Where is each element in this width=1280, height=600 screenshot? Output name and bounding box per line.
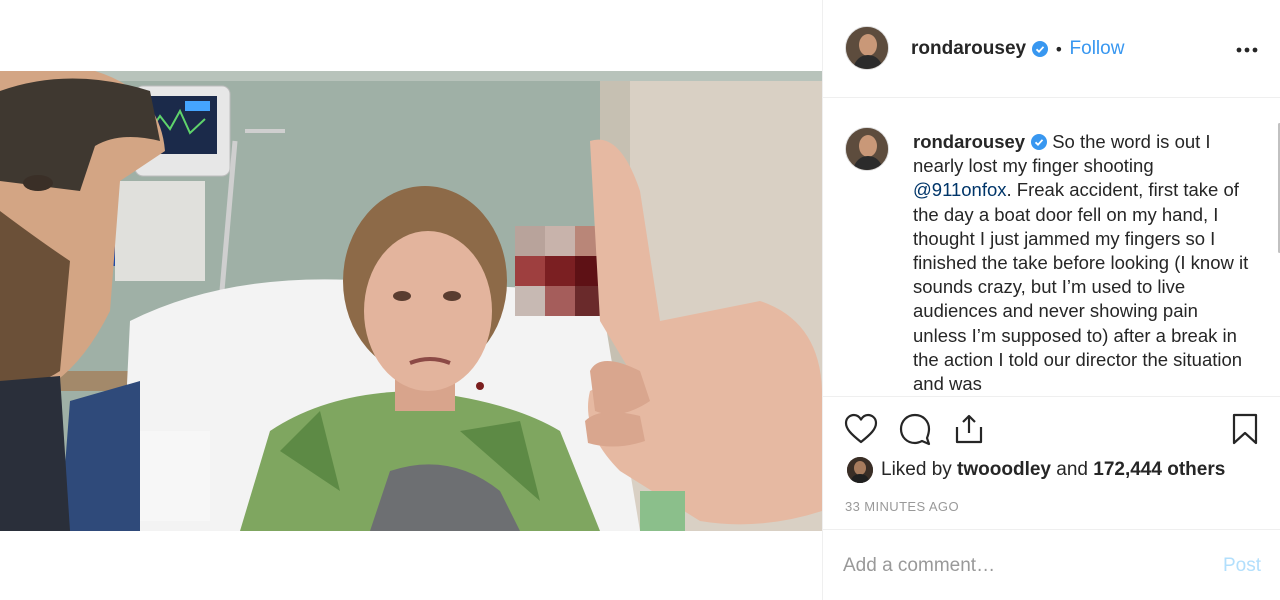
author-info: rondarousey • Follow [911, 38, 1124, 60]
more-options-button[interactable] [1235, 38, 1259, 62]
likes-row: Liked by twooodley and 172,444 others [847, 457, 1225, 483]
action-icons [843, 411, 987, 447]
caption-text: rondarousey So the word is out I nearly … [913, 130, 1249, 395]
caption-mention-link[interactable]: @911onfox [913, 179, 1007, 200]
share-button[interactable] [951, 411, 987, 447]
likes-count-link[interactable]: 172,444 others [1093, 459, 1225, 480]
heart-icon [844, 413, 878, 444]
author-username[interactable]: rondarousey [911, 38, 1026, 60]
post-comment-button[interactable]: Post [1223, 555, 1261, 577]
more-options-icon [1236, 47, 1258, 53]
caption-body-end: . Freak accident, first take of the day … [913, 179, 1249, 395]
caption-avatar-image [846, 128, 888, 170]
comment-input[interactable] [843, 553, 1183, 579]
caption-avatar[interactable] [845, 127, 889, 171]
follow-button[interactable]: Follow [1070, 38, 1125, 60]
separator-dot: • [1054, 39, 1064, 59]
comment-area: Post [823, 531, 1280, 600]
post-photo[interactable] [0, 71, 822, 531]
comment-bubble-icon [899, 413, 931, 446]
author-avatar[interactable] [845, 26, 889, 70]
author-avatar-image [846, 27, 888, 69]
liker-username[interactable]: twooodley [957, 459, 1051, 480]
actions-area: Liked by twooodley and 172,444 others 33… [823, 396, 1280, 530]
comment-button[interactable] [897, 411, 933, 447]
verified-badge-icon [1032, 41, 1049, 57]
caption-area: rondarousey So the word is out I nearly … [823, 99, 1280, 395]
likes-middle: and [1051, 459, 1094, 480]
caption-username[interactable]: rondarousey [913, 131, 1025, 152]
bookmark-icon [1232, 413, 1258, 445]
verified-badge-icon [1031, 132, 1048, 150]
like-button[interactable] [843, 411, 879, 447]
media-pane [0, 0, 822, 600]
post-photo-image [0, 71, 822, 531]
post-side-panel: rondarousey • Follow rondarousey So the … [822, 0, 1280, 600]
post-header: rondarousey • Follow [823, 0, 1280, 98]
post-timestamp[interactable]: 33 minutes ago [845, 499, 959, 514]
likes-prefix: Liked by [881, 459, 958, 480]
likes-text: Liked by twooodley and 172,444 others [881, 459, 1225, 481]
save-button[interactable] [1227, 411, 1263, 447]
liker-avatar[interactable] [847, 457, 873, 483]
liker-avatar-image [847, 457, 873, 483]
share-icon [955, 414, 983, 444]
